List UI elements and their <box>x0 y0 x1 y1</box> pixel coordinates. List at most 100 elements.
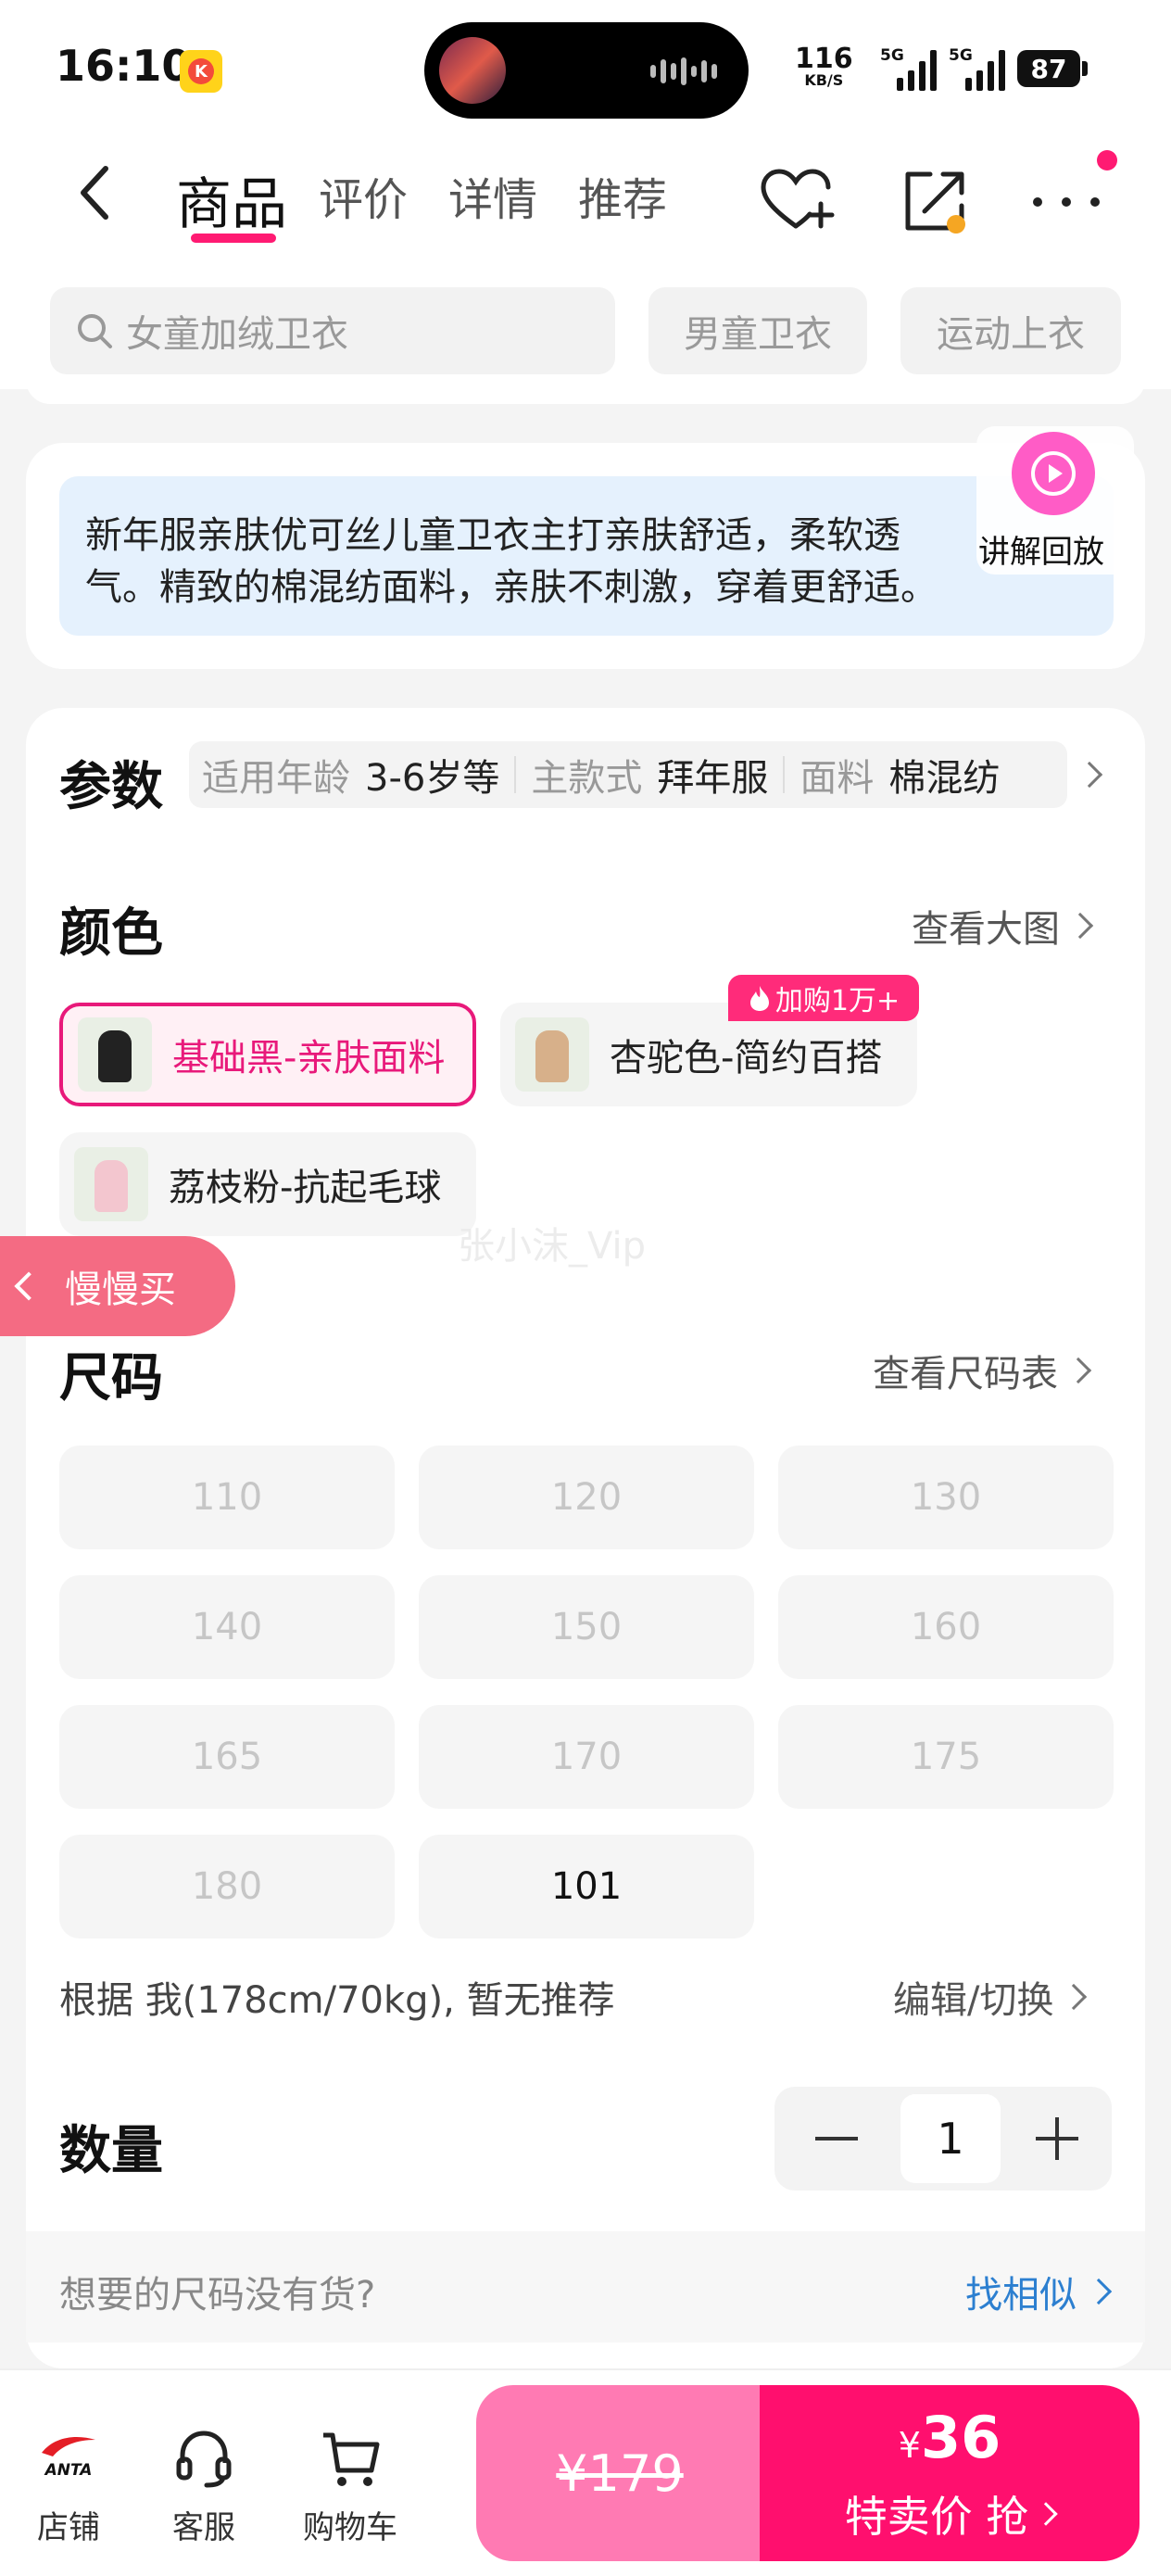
size-option[interactable]: 165 <box>59 1705 395 1809</box>
divider <box>783 756 786 793</box>
tab-recommend[interactable]: 推荐 <box>578 163 667 228</box>
status-time: 16:10 <box>56 41 192 91</box>
quantity-stepper: 1 <box>774 2087 1112 2191</box>
buy-label: 特卖价 抢 <box>760 2483 1140 2544</box>
param-value: 拜年服 <box>657 757 769 800</box>
size-recommendation: 根据 我(178cm/70kg), 暂无推荐 <box>59 1979 615 2022</box>
tab-reviews[interactable]: 评价 <box>319 163 408 228</box>
search-chip-sports-top[interactable]: 运动上衣 <box>900 287 1121 374</box>
signal-icon-2: 5G <box>949 46 1005 91</box>
previous-card-edge <box>26 380 1145 404</box>
more-menu-icon[interactable] <box>1025 159 1108 243</box>
share-icon[interactable] <box>893 159 976 243</box>
color-option-label: 杏驼色-简约百搭 <box>610 1037 883 1080</box>
chevron-right-icon <box>1085 2278 1113 2305</box>
favorite-add-icon[interactable] <box>754 159 837 243</box>
slow-buy-label: 慢慢买 <box>65 1269 176 1311</box>
params-title: 参数 <box>59 757 163 817</box>
battery-icon: 87 <box>1017 50 1080 87</box>
media-artwork <box>439 37 506 104</box>
param-value: 3-6岁等 <box>365 757 500 800</box>
fire-icon <box>749 986 769 1011</box>
quantity-input[interactable]: 1 <box>900 2094 1001 2183</box>
badge-label: 加购1万+ <box>774 985 900 1017</box>
search-icon <box>78 314 112 348</box>
app-notification-icon: K <box>180 50 222 93</box>
size-option[interactable]: 140 <box>59 1575 395 1679</box>
no-stock-row: 想要的尺码没有货? 找相似 <box>26 2231 1145 2342</box>
decrement-button[interactable] <box>815 2137 858 2140</box>
size-option[interactable]: 120 <box>419 1446 754 1549</box>
size-chart-label: 查看尺码表 <box>873 1353 1058 1395</box>
color-title: 颜色 <box>59 903 163 964</box>
slow-buy-button[interactable]: 慢慢买 <box>0 1236 235 1336</box>
cart-button[interactable]: 购物车 <box>295 2426 406 2547</box>
product-page: 16:10 K 116 KB/S 5G 5G 87 商品 评价 详情 推荐 女童… <box>0 0 1171 2576</box>
edit-switch-link[interactable]: 编辑/切换 <box>893 1970 1088 2024</box>
store-label: 店铺 <box>37 2509 100 2546</box>
signal-icon: 5G <box>880 46 937 91</box>
chevron-right-icon <box>1064 1357 1092 1384</box>
chevron-right-icon <box>1066 912 1094 940</box>
audio-wave-icon <box>650 57 717 85</box>
view-large-image-link[interactable]: 查看大图 <box>912 899 1094 953</box>
search-placeholder: 女童加绒卫衣 <box>126 313 348 356</box>
color-thumbnail <box>78 1017 152 1092</box>
brand-logo-text: ANTA <box>44 2461 93 2480</box>
color-option-black[interactable]: 基础黑-亲肤面料 <box>59 1003 476 1106</box>
color-option-label: 基础黑-亲肤面料 <box>172 1037 446 1080</box>
color-thumbnail <box>74 1147 148 1221</box>
increment-button-vertical[interactable] <box>1055 2117 1059 2160</box>
dynamic-island[interactable] <box>424 22 749 119</box>
chevron-left-icon <box>14 1271 44 1301</box>
size-option[interactable]: 150 <box>419 1575 754 1679</box>
headset-icon <box>148 2426 259 2491</box>
quantity-title: 数量 <box>59 2121 163 2181</box>
params-summary[interactable]: 适用年龄 3-6岁等 主款式 拜年服 面料 棉混纺 <box>189 741 1067 808</box>
size-option[interactable]: 170 <box>419 1705 754 1809</box>
buy-now-button[interactable]: ¥36 特卖价 抢 <box>760 2385 1140 2561</box>
param-key: 适用年龄 <box>202 757 350 800</box>
color-option-label: 荔枝粉-抗起毛球 <box>169 1167 442 1209</box>
size-chart-link[interactable]: 查看尺码表 <box>873 1344 1092 1397</box>
color-option-pink[interactable]: 荔枝粉-抗起毛球 <box>59 1132 476 1236</box>
battery-tip <box>1082 61 1088 76</box>
edit-switch-label: 编辑/切换 <box>893 1979 1054 2022</box>
original-price-button[interactable]: ¥179 <box>476 2385 763 2561</box>
size-option[interactable]: 180 <box>59 1835 395 1938</box>
service-label: 客服 <box>172 2509 235 2546</box>
popular-badge: 加购1万+ <box>728 975 919 1021</box>
customer-service-button[interactable]: 客服 <box>148 2426 259 2547</box>
replay-button[interactable]: 讲解回放 <box>976 426 1134 575</box>
size-title: 尺码 <box>59 1348 163 1408</box>
divider <box>514 756 517 793</box>
size-option[interactable]: 175 <box>778 1705 1114 1809</box>
active-tab-indicator <box>191 234 276 243</box>
tab-details[interactable]: 详情 <box>448 163 537 228</box>
back-arrow-icon[interactable] <box>76 165 113 221</box>
chevron-right-icon <box>1034 2502 1059 2526</box>
notification-dot <box>1097 150 1117 170</box>
search-input[interactable]: 女童加绒卫衣 <box>50 287 615 374</box>
no-stock-question: 想要的尺码没有货? <box>59 2274 376 2317</box>
param-key: 面料 <box>800 757 875 800</box>
find-similar-label: 找相似 <box>965 2274 1077 2317</box>
watermark: 张小沫_Vip <box>458 1225 646 1268</box>
tab-product[interactable]: 商品 <box>176 159 287 240</box>
replay-icon <box>1012 432 1095 515</box>
size-option[interactable]: 110 <box>59 1446 395 1549</box>
size-option[interactable]: 130 <box>778 1446 1114 1549</box>
sale-price: ¥36 <box>898 2404 1001 2471</box>
cart-icon <box>295 2426 406 2491</box>
search-chip-boys-hoodie[interactable]: 男童卫衣 <box>648 287 867 374</box>
size-option-available[interactable]: 101 <box>419 1835 754 1938</box>
store-button[interactable]: ANTA 店铺 <box>13 2426 124 2547</box>
size-option[interactable]: 160 <box>778 1575 1114 1679</box>
param-key: 主款式 <box>531 757 643 800</box>
cart-label: 购物车 <box>303 2509 397 2546</box>
view-large-label: 查看大图 <box>912 908 1060 951</box>
param-value: 棉混纺 <box>888 757 1001 800</box>
product-intro: 新年服亲肤优可丝儿童卫衣主打亲肤舒适，柔软透 气。精致的棉混纺面料，亲肤不刺激，穿… <box>59 476 1114 636</box>
find-similar-link[interactable]: 找相似 <box>965 2265 1113 2318</box>
store-icon: ANTA <box>13 2426 124 2491</box>
